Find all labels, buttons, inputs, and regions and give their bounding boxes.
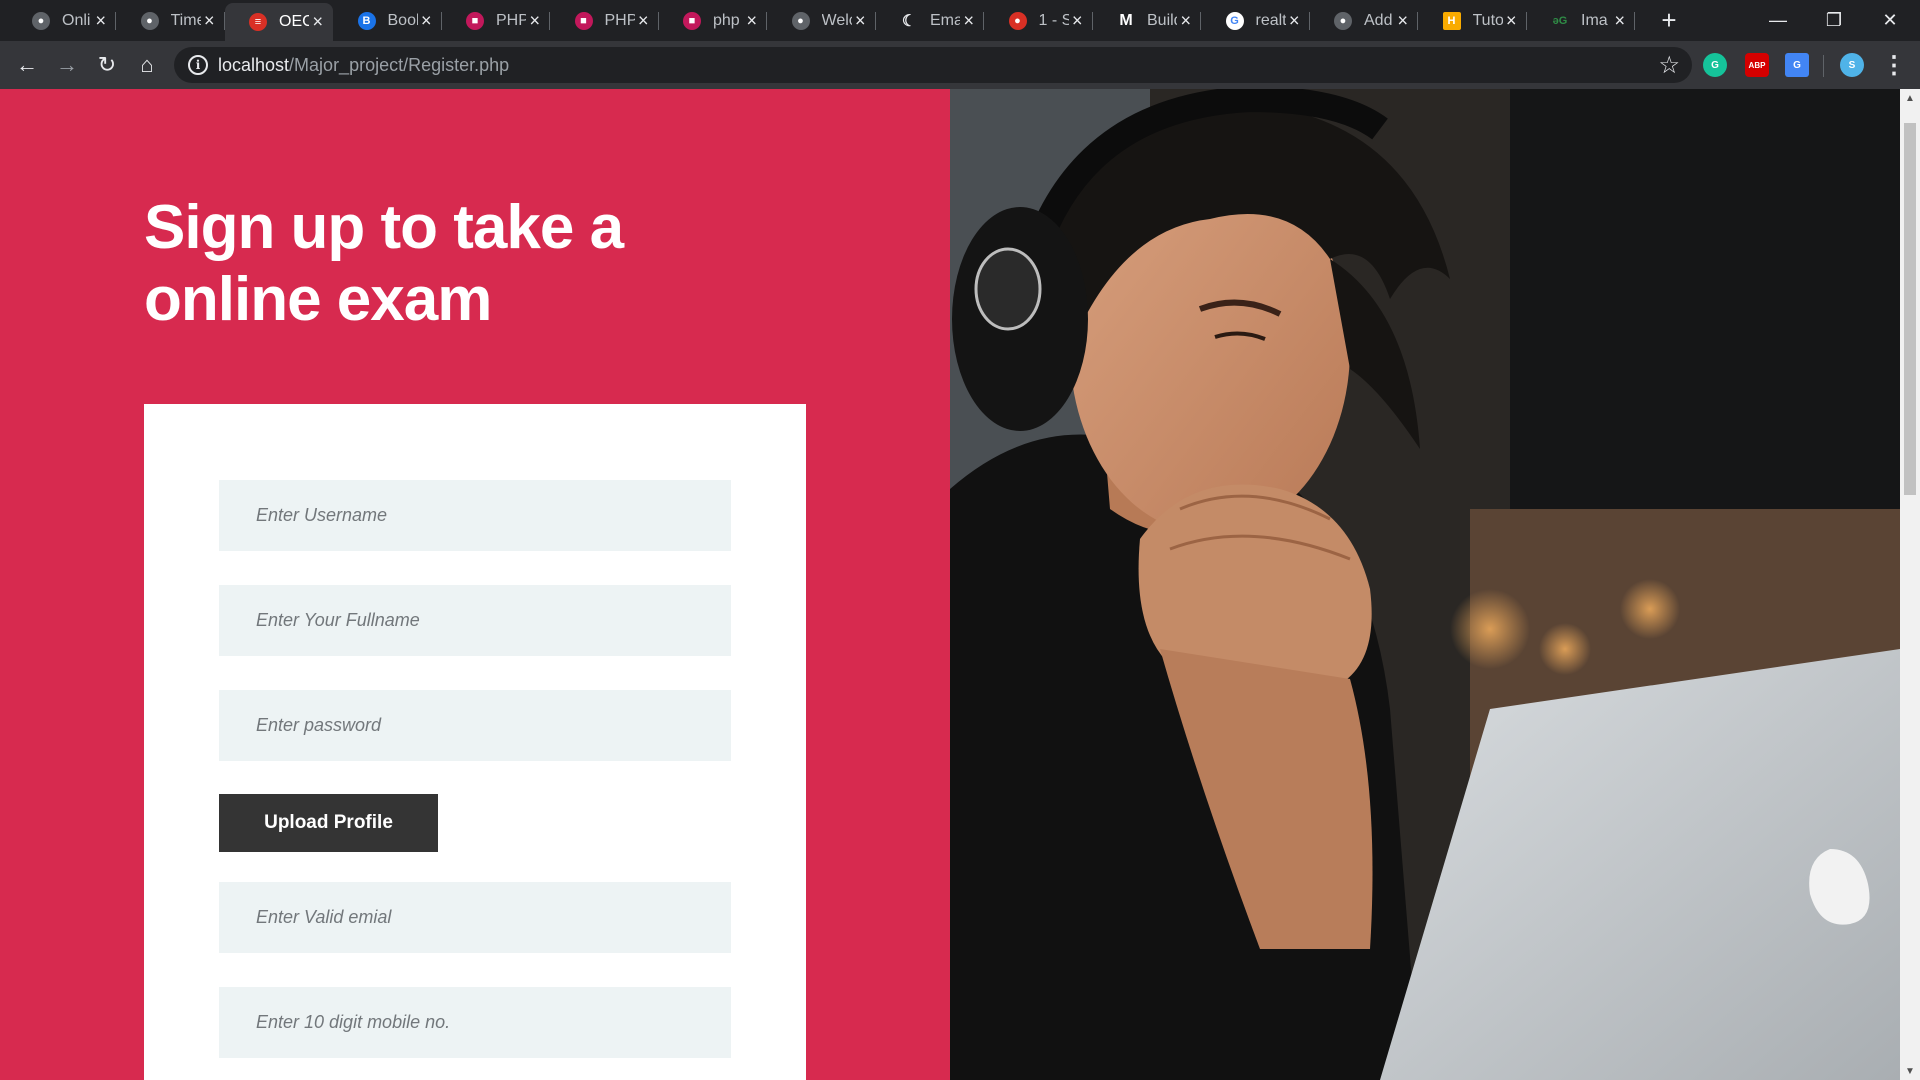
mobile-input[interactable] (219, 987, 731, 1058)
info-icon[interactable]: i (188, 55, 208, 75)
upload-profile-button[interactable]: Upload Profile (219, 794, 438, 852)
close-tab-icon[interactable]: × (1289, 10, 1300, 31)
minimize-button[interactable]: — (1750, 0, 1806, 41)
browser-tab[interactable]: B Book× (334, 0, 442, 41)
close-tab-icon[interactable]: × (1614, 10, 1625, 31)
scrollbar-thumb[interactable] (1904, 123, 1916, 495)
forward-arrow-icon[interactable]: → (51, 49, 83, 81)
fullname-input[interactable] (219, 585, 731, 656)
tab-title: Time (170, 11, 201, 29)
geeksforgeeks-icon: əG (1552, 14, 1568, 27)
new-tab-button[interactable]: + (1655, 5, 1683, 35)
email-input[interactable] (219, 882, 731, 953)
close-tab-icon[interactable]: × (746, 10, 757, 31)
tab-title: Build (1147, 11, 1177, 29)
tab-title: 1 - S (1038, 11, 1069, 29)
browser-tab[interactable]: ● Time× (117, 0, 225, 41)
close-tab-icon[interactable]: × (529, 10, 540, 31)
browser-tab[interactable]: ≡ OEC × (225, 3, 333, 41)
reload-icon[interactable]: ↻ (91, 49, 123, 81)
tab-title: realt (1255, 11, 1286, 29)
close-tab-icon[interactable]: × (312, 12, 323, 33)
close-tab-icon[interactable]: × (1506, 10, 1517, 31)
back-arrow-icon[interactable]: ← (11, 49, 43, 81)
hero-photo (950, 89, 1900, 1080)
url-host: localhost (218, 55, 290, 75)
bookmark-star-icon[interactable]: ☆ (1658, 51, 1680, 80)
site-logo-icon: ≡ (249, 13, 267, 31)
profile-avatar-icon[interactable]: S (1840, 53, 1864, 77)
globe-icon: ● (140, 11, 159, 30)
php-book-icon: ■ (683, 11, 701, 30)
globe-icon: ● (1334, 11, 1352, 30)
url-text[interactable]: localhost/Major_project/Register.php (218, 55, 509, 76)
browser-tab[interactable]: ■ php × (659, 0, 767, 41)
tab-separator (1634, 12, 1635, 30)
tab-title: OEC (279, 13, 309, 30)
address-bar[interactable]: i localhost/Major_project/Register.php ☆ (174, 47, 1692, 83)
browser-tab[interactable]: ● Welc× (768, 0, 876, 41)
browser-tab[interactable]: M Build× (1093, 0, 1201, 41)
globe-icon: ● (32, 11, 50, 30)
close-tab-icon[interactable]: × (95, 10, 106, 31)
close-tab-icon[interactable]: × (204, 10, 215, 31)
close-tab-icon[interactable]: × (855, 10, 866, 31)
username-input[interactable] (219, 480, 731, 551)
password-input[interactable] (219, 690, 731, 761)
registration-panel: Sign up to take a online exam Upload Pro… (0, 89, 950, 1080)
close-tab-icon[interactable]: × (421, 10, 432, 31)
moon-icon: ☾ (901, 12, 917, 30)
close-tab-icon[interactable]: × (963, 10, 974, 31)
page-headline: Sign up to take a online exam (144, 193, 624, 334)
medium-icon: M (1119, 11, 1133, 29)
scroll-up-arrow-icon[interactable]: ▲ (1900, 89, 1920, 107)
recording-icon: ● (1008, 11, 1027, 30)
browser-tab[interactable]: ● Add × (1310, 0, 1418, 41)
tab-title: Add (1364, 11, 1393, 29)
page-viewport: Sign up to take a online exam Upload Pro… (0, 89, 1920, 1080)
tab-strip: ●Onli×●Time×≡OEC×BBook×■PHP×■PHP×■php×●W… (0, 0, 1920, 41)
browser-tab[interactable]: Grealt × (1202, 0, 1310, 41)
google-icon: G (1225, 11, 1244, 30)
browser-tab[interactable]: əG Ima × (1527, 0, 1635, 41)
browser-tab[interactable]: ● Onli × (8, 0, 116, 41)
close-tab-icon[interactable]: × (1072, 10, 1083, 31)
url-path: /Major_project/Register.php (289, 55, 510, 75)
globe-icon: ● (791, 11, 810, 30)
tab-title: Onli (62, 11, 91, 29)
close-tab-icon[interactable]: × (638, 10, 649, 31)
browser-tab[interactable]: ☾ Ema × (876, 0, 984, 41)
browser-tab[interactable]: ■ PHP × (551, 0, 659, 41)
tab-title: Book (387, 11, 418, 29)
tab-title: Tuto (1472, 11, 1503, 29)
adblock-icon[interactable]: ABP (1745, 53, 1769, 77)
tab-title: Ema (930, 11, 960, 29)
google-translate-icon[interactable]: G (1785, 53, 1809, 77)
tab-title: PHP (496, 11, 526, 29)
home-icon[interactable]: ⌂ (131, 49, 163, 81)
close-window-button[interactable]: ✕ (1862, 0, 1918, 41)
browser-toolbar: ← → ↻ ⌂ i localhost/Major_project/Regist… (0, 41, 1920, 89)
close-tab-icon[interactable]: × (1180, 10, 1191, 31)
toolbar-divider (1823, 55, 1824, 77)
browser-tab[interactable]: H Tuto × (1419, 0, 1527, 41)
hero-photo-illustration (950, 89, 1900, 1080)
php-book-icon: ■ (466, 11, 484, 30)
php-book-icon: ■ (574, 11, 593, 30)
scroll-down-arrow-icon[interactable]: ▼ (1900, 1062, 1920, 1080)
page-scrollbar[interactable]: ▲ ▼ (1900, 89, 1920, 1080)
tab-title: php (713, 11, 740, 29)
h-icon: H (1442, 11, 1461, 30)
tab-title: PHP (604, 11, 635, 29)
tab-title: Ima (1581, 11, 1608, 29)
restore-button[interactable]: ❐ (1806, 0, 1862, 41)
tab-title: Welc (821, 11, 852, 29)
grammarly-icon[interactable]: G (1703, 53, 1727, 77)
bootstrap-icon: B (357, 11, 376, 30)
browser-tab[interactable]: ■ PHP × (442, 0, 550, 41)
close-tab-icon[interactable]: × (1397, 10, 1408, 31)
kebab-menu-icon[interactable]: ⋮ (1878, 49, 1910, 81)
browser-tab[interactable]: ● 1 - S × (985, 0, 1093, 41)
registration-form: Upload Profile (144, 404, 806, 1080)
